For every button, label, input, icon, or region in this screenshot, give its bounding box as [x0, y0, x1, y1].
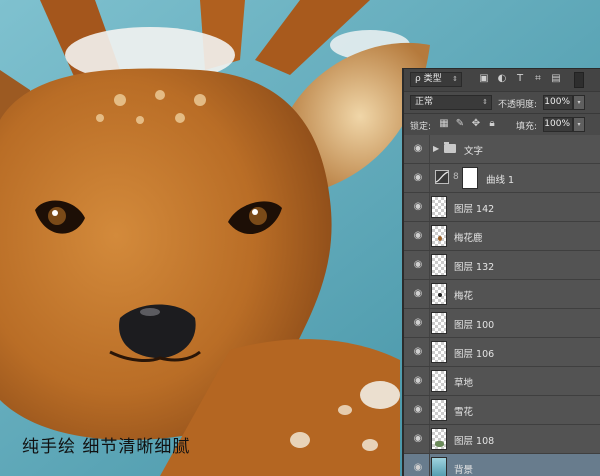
eye-icon[interactable]: ◉	[412, 230, 424, 242]
eye-icon[interactable]: ◉	[412, 143, 424, 155]
eye-icon[interactable]: ◉	[412, 288, 424, 300]
layer-row[interactable]: ◉ 图层 100	[404, 309, 600, 338]
lock-fill-bar: 锁定: ▦ ✎ ✥ 🔒︎ 填充: 100% ▾	[404, 113, 600, 137]
layer-thumbnail	[431, 196, 447, 218]
filter-toggle-icon[interactable]	[574, 72, 584, 88]
expand-arrow-icon[interactable]: ▶	[433, 144, 439, 153]
layer-thumbnail	[431, 370, 447, 392]
layers-list: ◉ ▶ 文字 ◉ 8 曲线 1 ◉ 图层 142 ◉ 梅花鹿 ◉ 图层 132 …	[404, 135, 600, 476]
divider	[429, 222, 430, 250]
layer-row-background[interactable]: ◉ 背景	[404, 454, 600, 476]
opacity-input[interactable]: 100%	[543, 95, 573, 110]
divider	[429, 135, 430, 163]
divider	[429, 309, 430, 337]
divider	[429, 454, 430, 476]
layer-row[interactable]: ◉ 草地	[404, 367, 600, 396]
eye-icon[interactable]: ◉	[412, 346, 424, 358]
layer-name: 图层 106	[454, 349, 495, 360]
filter-kind-select[interactable]: ρ 类型 ⇕	[410, 72, 462, 87]
eye-icon[interactable]: ◉	[412, 375, 424, 387]
opacity-label: 不透明度:	[498, 100, 538, 110]
layer-row[interactable]: ◉ 图层 142	[404, 193, 600, 222]
layer-row[interactable]: ◉ 图层 132	[404, 251, 600, 280]
layer-name: 文字	[464, 146, 484, 157]
divider	[429, 280, 430, 308]
layer-thumbnail	[431, 283, 447, 305]
smart-object-filter-icon[interactable]: ▤	[550, 73, 562, 85]
divider	[429, 367, 430, 395]
layer-thumbnail	[431, 225, 447, 247]
shape-filter-icon[interactable]: ⌗	[532, 73, 544, 85]
layer-thumbnail	[431, 399, 447, 421]
layer-name: 背景	[454, 465, 474, 476]
lock-label: 锁定:	[410, 122, 432, 132]
divider	[429, 193, 430, 221]
divider	[429, 164, 430, 192]
layer-mask-thumbnail[interactable]	[462, 167, 478, 189]
layer-name: 雪花	[454, 407, 474, 418]
layer-row[interactable]: ◉ 图层 106	[404, 338, 600, 367]
chevron-updown-icon: ⇕	[482, 98, 488, 106]
adjustment-filter-icon[interactable]: ◐	[496, 73, 508, 85]
eye-icon[interactable]: ◉	[412, 172, 424, 184]
chevron-updown-icon: ⇕	[452, 75, 458, 83]
layer-name: 图层 132	[454, 262, 495, 273]
layer-name: 图层 142	[454, 204, 495, 215]
layer-row-group[interactable]: ◉ ▶ 文字	[404, 135, 600, 164]
lock-paint-icon[interactable]: ✎	[454, 118, 466, 130]
lock-pixels-icon[interactable]: ▦	[438, 118, 450, 130]
caption-text: 纯手绘 细节清晰细腻	[22, 437, 191, 457]
filter-kind-label: ρ 类型	[415, 74, 442, 84]
layer-filter-bar: ρ 类型 ⇕ ▣ ◐ T ⌗ ▤	[404, 69, 600, 91]
type-filter-icon[interactable]: T	[514, 73, 526, 85]
layer-name: 曲线 1	[486, 175, 515, 186]
divider	[429, 251, 430, 279]
fill-slider-button[interactable]: ▾	[573, 117, 585, 132]
layer-row[interactable]: ◉ 梅花鹿	[404, 222, 600, 251]
eye-icon[interactable]: ◉	[412, 259, 424, 271]
eye-icon[interactable]: ◉	[412, 317, 424, 329]
layer-name: 梅花	[454, 291, 474, 302]
blend-mode-select[interactable]: 正常 ⇕	[410, 95, 492, 110]
link-icon[interactable]: 8	[453, 172, 459, 182]
fill-input[interactable]: 100%	[543, 117, 573, 132]
blend-mode-label: 正常	[415, 97, 434, 107]
curves-adjustment-icon	[435, 170, 449, 184]
layer-thumbnail	[431, 312, 447, 334]
layer-name: 图层 108	[454, 436, 495, 447]
opacity-slider-button[interactable]: ▾	[573, 95, 585, 110]
divider	[429, 396, 430, 424]
layers-panel: ρ 类型 ⇕ ▣ ◐ T ⌗ ▤ 正常 ⇕ 不透明度: 100% ▾ 锁定: ▦…	[402, 68, 600, 476]
layer-row-curves[interactable]: ◉ 8 曲线 1	[404, 164, 600, 193]
layer-thumbnail	[431, 457, 447, 476]
lock-all-icon[interactable]: 🔒︎	[486, 118, 498, 130]
eye-icon[interactable]: ◉	[412, 201, 424, 213]
eye-icon[interactable]: ◉	[412, 433, 424, 445]
layer-name: 梅花鹿	[454, 233, 483, 244]
fill-label: 填充:	[516, 122, 538, 132]
blend-opacity-bar: 正常 ⇕ 不透明度: 100% ▾	[404, 91, 600, 114]
layer-name: 图层 100	[454, 320, 495, 331]
image-filter-icon[interactable]: ▣	[478, 73, 490, 85]
lock-move-icon[interactable]: ✥	[470, 118, 482, 130]
eye-icon[interactable]: ◉	[412, 462, 424, 474]
divider	[429, 338, 430, 366]
layer-row[interactable]: ◉ 雪花	[404, 396, 600, 425]
folder-icon	[444, 142, 456, 153]
layer-name: 草地	[454, 378, 474, 389]
layer-thumbnail	[431, 428, 447, 450]
layer-row[interactable]: ◉ 图层 108	[404, 425, 600, 454]
layer-thumbnail	[431, 254, 447, 276]
layer-row[interactable]: ◉ 梅花	[404, 280, 600, 309]
divider	[429, 425, 430, 453]
eye-icon[interactable]: ◉	[412, 404, 424, 416]
layer-thumbnail	[431, 341, 447, 363]
